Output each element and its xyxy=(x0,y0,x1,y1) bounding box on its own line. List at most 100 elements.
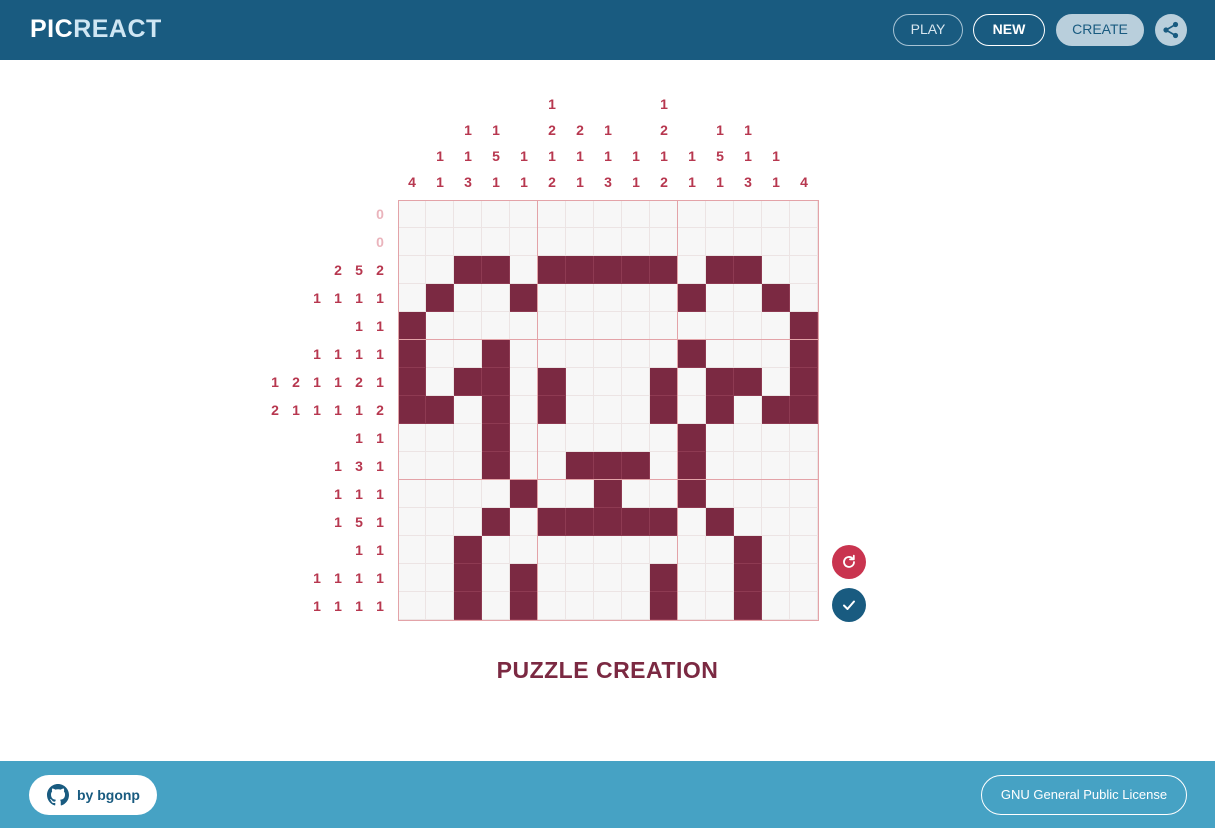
empty-cell[interactable] xyxy=(622,284,650,312)
filled-cell[interactable] xyxy=(594,508,622,536)
empty-cell[interactable] xyxy=(734,312,762,340)
empty-cell[interactable] xyxy=(790,228,818,256)
empty-cell[interactable] xyxy=(538,312,566,340)
empty-cell[interactable] xyxy=(538,536,566,564)
create-button[interactable]: CREATE xyxy=(1056,14,1144,46)
empty-cell[interactable] xyxy=(454,508,482,536)
filled-cell[interactable] xyxy=(482,256,510,284)
author-link[interactable]: by bgonp xyxy=(29,775,157,815)
empty-cell[interactable] xyxy=(650,284,678,312)
filled-cell[interactable] xyxy=(790,312,818,340)
filled-cell[interactable] xyxy=(734,592,762,620)
empty-cell[interactable] xyxy=(398,536,426,564)
empty-cell[interactable] xyxy=(706,312,734,340)
filled-cell[interactable] xyxy=(650,256,678,284)
empty-cell[interactable] xyxy=(398,200,426,228)
filled-cell[interactable] xyxy=(426,284,454,312)
empty-cell[interactable] xyxy=(790,592,818,620)
empty-cell[interactable] xyxy=(482,284,510,312)
filled-cell[interactable] xyxy=(678,340,706,368)
empty-cell[interactable] xyxy=(762,452,790,480)
empty-cell[interactable] xyxy=(398,592,426,620)
empty-cell[interactable] xyxy=(790,536,818,564)
empty-cell[interactable] xyxy=(398,284,426,312)
empty-cell[interactable] xyxy=(762,368,790,396)
filled-cell[interactable] xyxy=(566,256,594,284)
empty-cell[interactable] xyxy=(482,480,510,508)
empty-cell[interactable] xyxy=(678,256,706,284)
empty-cell[interactable] xyxy=(762,200,790,228)
empty-cell[interactable] xyxy=(482,536,510,564)
empty-cell[interactable] xyxy=(790,564,818,592)
empty-cell[interactable] xyxy=(510,200,538,228)
filled-cell[interactable] xyxy=(538,368,566,396)
filled-cell[interactable] xyxy=(650,396,678,424)
empty-cell[interactable] xyxy=(678,508,706,536)
empty-cell[interactable] xyxy=(566,200,594,228)
empty-cell[interactable] xyxy=(538,452,566,480)
filled-cell[interactable] xyxy=(706,256,734,284)
empty-cell[interactable] xyxy=(566,396,594,424)
empty-cell[interactable] xyxy=(510,368,538,396)
empty-cell[interactable] xyxy=(426,424,454,452)
empty-cell[interactable] xyxy=(426,228,454,256)
filled-cell[interactable] xyxy=(482,452,510,480)
empty-cell[interactable] xyxy=(454,452,482,480)
filled-cell[interactable] xyxy=(482,424,510,452)
empty-cell[interactable] xyxy=(398,480,426,508)
filled-cell[interactable] xyxy=(426,396,454,424)
empty-cell[interactable] xyxy=(566,368,594,396)
filled-cell[interactable] xyxy=(734,564,762,592)
empty-cell[interactable] xyxy=(510,396,538,424)
reset-button[interactable] xyxy=(832,545,866,579)
filled-cell[interactable] xyxy=(454,256,482,284)
empty-cell[interactable] xyxy=(426,256,454,284)
empty-cell[interactable] xyxy=(426,564,454,592)
empty-cell[interactable] xyxy=(650,312,678,340)
empty-cell[interactable] xyxy=(622,564,650,592)
share-button[interactable] xyxy=(1155,14,1187,46)
empty-cell[interactable] xyxy=(706,424,734,452)
empty-cell[interactable] xyxy=(398,256,426,284)
filled-cell[interactable] xyxy=(482,396,510,424)
empty-cell[interactable] xyxy=(650,340,678,368)
empty-cell[interactable] xyxy=(678,592,706,620)
empty-cell[interactable] xyxy=(650,452,678,480)
empty-cell[interactable] xyxy=(706,564,734,592)
empty-cell[interactable] xyxy=(454,228,482,256)
empty-cell[interactable] xyxy=(566,564,594,592)
empty-cell[interactable] xyxy=(426,536,454,564)
empty-cell[interactable] xyxy=(734,228,762,256)
empty-cell[interactable] xyxy=(594,424,622,452)
empty-cell[interactable] xyxy=(790,424,818,452)
empty-cell[interactable] xyxy=(566,312,594,340)
empty-cell[interactable] xyxy=(594,564,622,592)
filled-cell[interactable] xyxy=(510,284,538,312)
filled-cell[interactable] xyxy=(566,508,594,536)
empty-cell[interactable] xyxy=(706,228,734,256)
empty-cell[interactable] xyxy=(678,536,706,564)
empty-cell[interactable] xyxy=(538,200,566,228)
empty-cell[interactable] xyxy=(622,396,650,424)
empty-cell[interactable] xyxy=(566,340,594,368)
license-link[interactable]: GNU General Public License xyxy=(981,775,1187,815)
empty-cell[interactable] xyxy=(482,592,510,620)
empty-cell[interactable] xyxy=(398,452,426,480)
empty-cell[interactable] xyxy=(762,424,790,452)
empty-cell[interactable] xyxy=(734,396,762,424)
filled-cell[interactable] xyxy=(790,368,818,396)
empty-cell[interactable] xyxy=(594,284,622,312)
filled-cell[interactable] xyxy=(622,508,650,536)
empty-cell[interactable] xyxy=(510,536,538,564)
filled-cell[interactable] xyxy=(622,256,650,284)
filled-cell[interactable] xyxy=(706,396,734,424)
filled-cell[interactable] xyxy=(790,340,818,368)
empty-cell[interactable] xyxy=(762,312,790,340)
filled-cell[interactable] xyxy=(510,592,538,620)
empty-cell[interactable] xyxy=(482,564,510,592)
empty-cell[interactable] xyxy=(734,508,762,536)
play-button[interactable]: PLAY xyxy=(893,14,963,46)
empty-cell[interactable] xyxy=(482,200,510,228)
empty-cell[interactable] xyxy=(538,284,566,312)
empty-cell[interactable] xyxy=(762,536,790,564)
